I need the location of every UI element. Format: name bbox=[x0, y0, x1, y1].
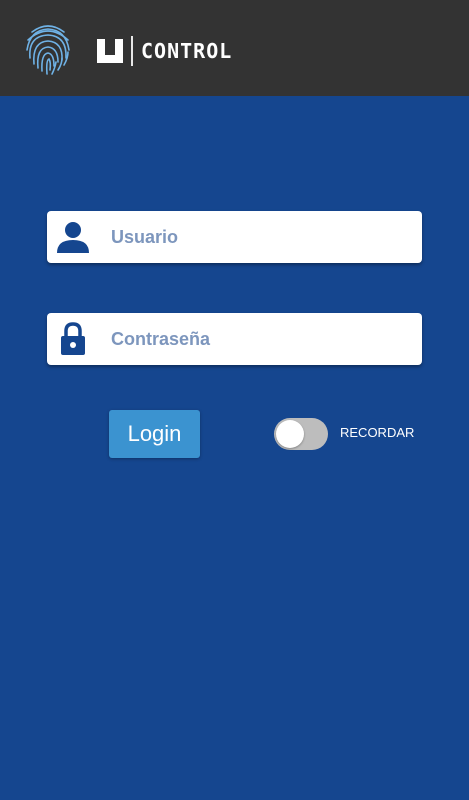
brand-divider bbox=[131, 36, 133, 66]
password-input[interactable] bbox=[111, 313, 407, 365]
toggle-knob bbox=[276, 420, 304, 448]
username-input[interactable] bbox=[111, 211, 407, 263]
brand-text: CONTROL bbox=[141, 39, 233, 63]
user-icon bbox=[57, 222, 89, 253]
login-button[interactable]: Login bbox=[109, 410, 200, 458]
remember-label: RECORDAR bbox=[340, 425, 415, 440]
password-field[interactable] bbox=[47, 313, 422, 365]
brand-logo: CONTROL bbox=[97, 36, 232, 66]
fingerprint-icon bbox=[26, 25, 70, 75]
u-logo-icon bbox=[97, 39, 123, 63]
app-header: CONTROL bbox=[0, 0, 469, 96]
username-field[interactable] bbox=[47, 211, 422, 263]
lock-icon bbox=[61, 322, 85, 355]
login-screen: CONTROL Login RECORDAR bbox=[0, 0, 469, 800]
remember-toggle[interactable] bbox=[274, 418, 328, 450]
